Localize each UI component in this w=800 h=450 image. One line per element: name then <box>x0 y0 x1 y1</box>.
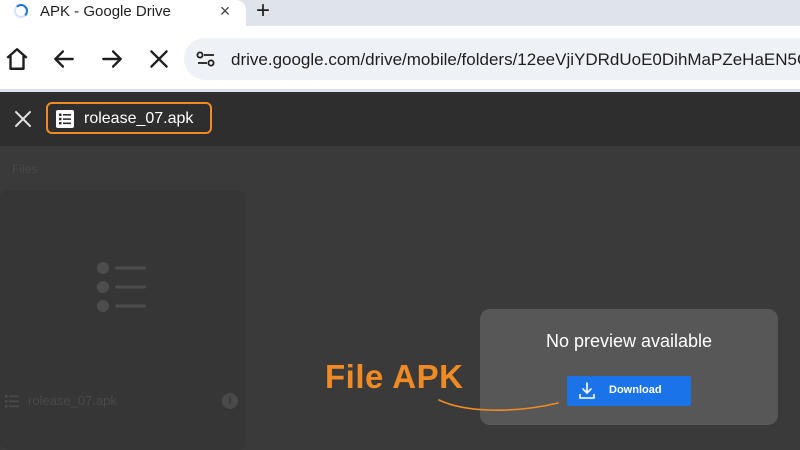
small-list-icon <box>5 395 19 408</box>
tab-strip: APK - Google Drive × + <box>0 0 800 26</box>
info-icon[interactable]: i <box>222 393 238 409</box>
no-preview-message: No preview available <box>545 331 713 351</box>
close-viewer-icon[interactable] <box>14 110 32 128</box>
viewer-header: rolease_07.apk <box>0 92 800 146</box>
tab-close-icon[interactable]: × <box>216 2 234 20</box>
browser-tab[interactable]: APK - Google Drive × <box>0 0 246 26</box>
viewer-content: Files rolease_07.apk i No preview availa… <box>0 146 800 450</box>
loading-spinner-icon <box>14 4 28 18</box>
files-section-label: Files <box>12 162 38 176</box>
home-icon[interactable] <box>4 46 30 72</box>
file-grid-card[interactable]: rolease_07.apk i <box>0 190 246 450</box>
annotation-label: File APK <box>325 358 464 395</box>
forward-icon[interactable] <box>99 46 125 72</box>
back-icon[interactable] <box>51 46 77 72</box>
file-title-chip: rolease_07.apk <box>46 102 212 134</box>
download-button[interactable]: Download <box>567 376 691 406</box>
file-name: rolease_07.apk <box>84 110 194 127</box>
address-bar[interactable]: drive.google.com/drive/mobile/folders/12… <box>184 38 800 80</box>
annotation-arrow-curve <box>438 399 559 411</box>
stop-loading-icon[interactable] <box>146 46 172 72</box>
list-placeholder-icon <box>97 262 146 312</box>
url-text: drive.google.com/drive/mobile/folders/12… <box>231 50 800 69</box>
browser-toolbar: drive.google.com/drive/mobile/folders/12… <box>0 26 800 92</box>
list-file-icon <box>56 110 74 128</box>
new-tab-button[interactable]: + <box>252 0 274 24</box>
site-settings-icon[interactable] <box>196 50 216 68</box>
download-label: Download <box>609 384 662 396</box>
tab-title: APK - Google Drive <box>40 3 171 20</box>
card-file-name: rolease_07.apk <box>28 393 117 408</box>
download-icon <box>579 382 595 399</box>
